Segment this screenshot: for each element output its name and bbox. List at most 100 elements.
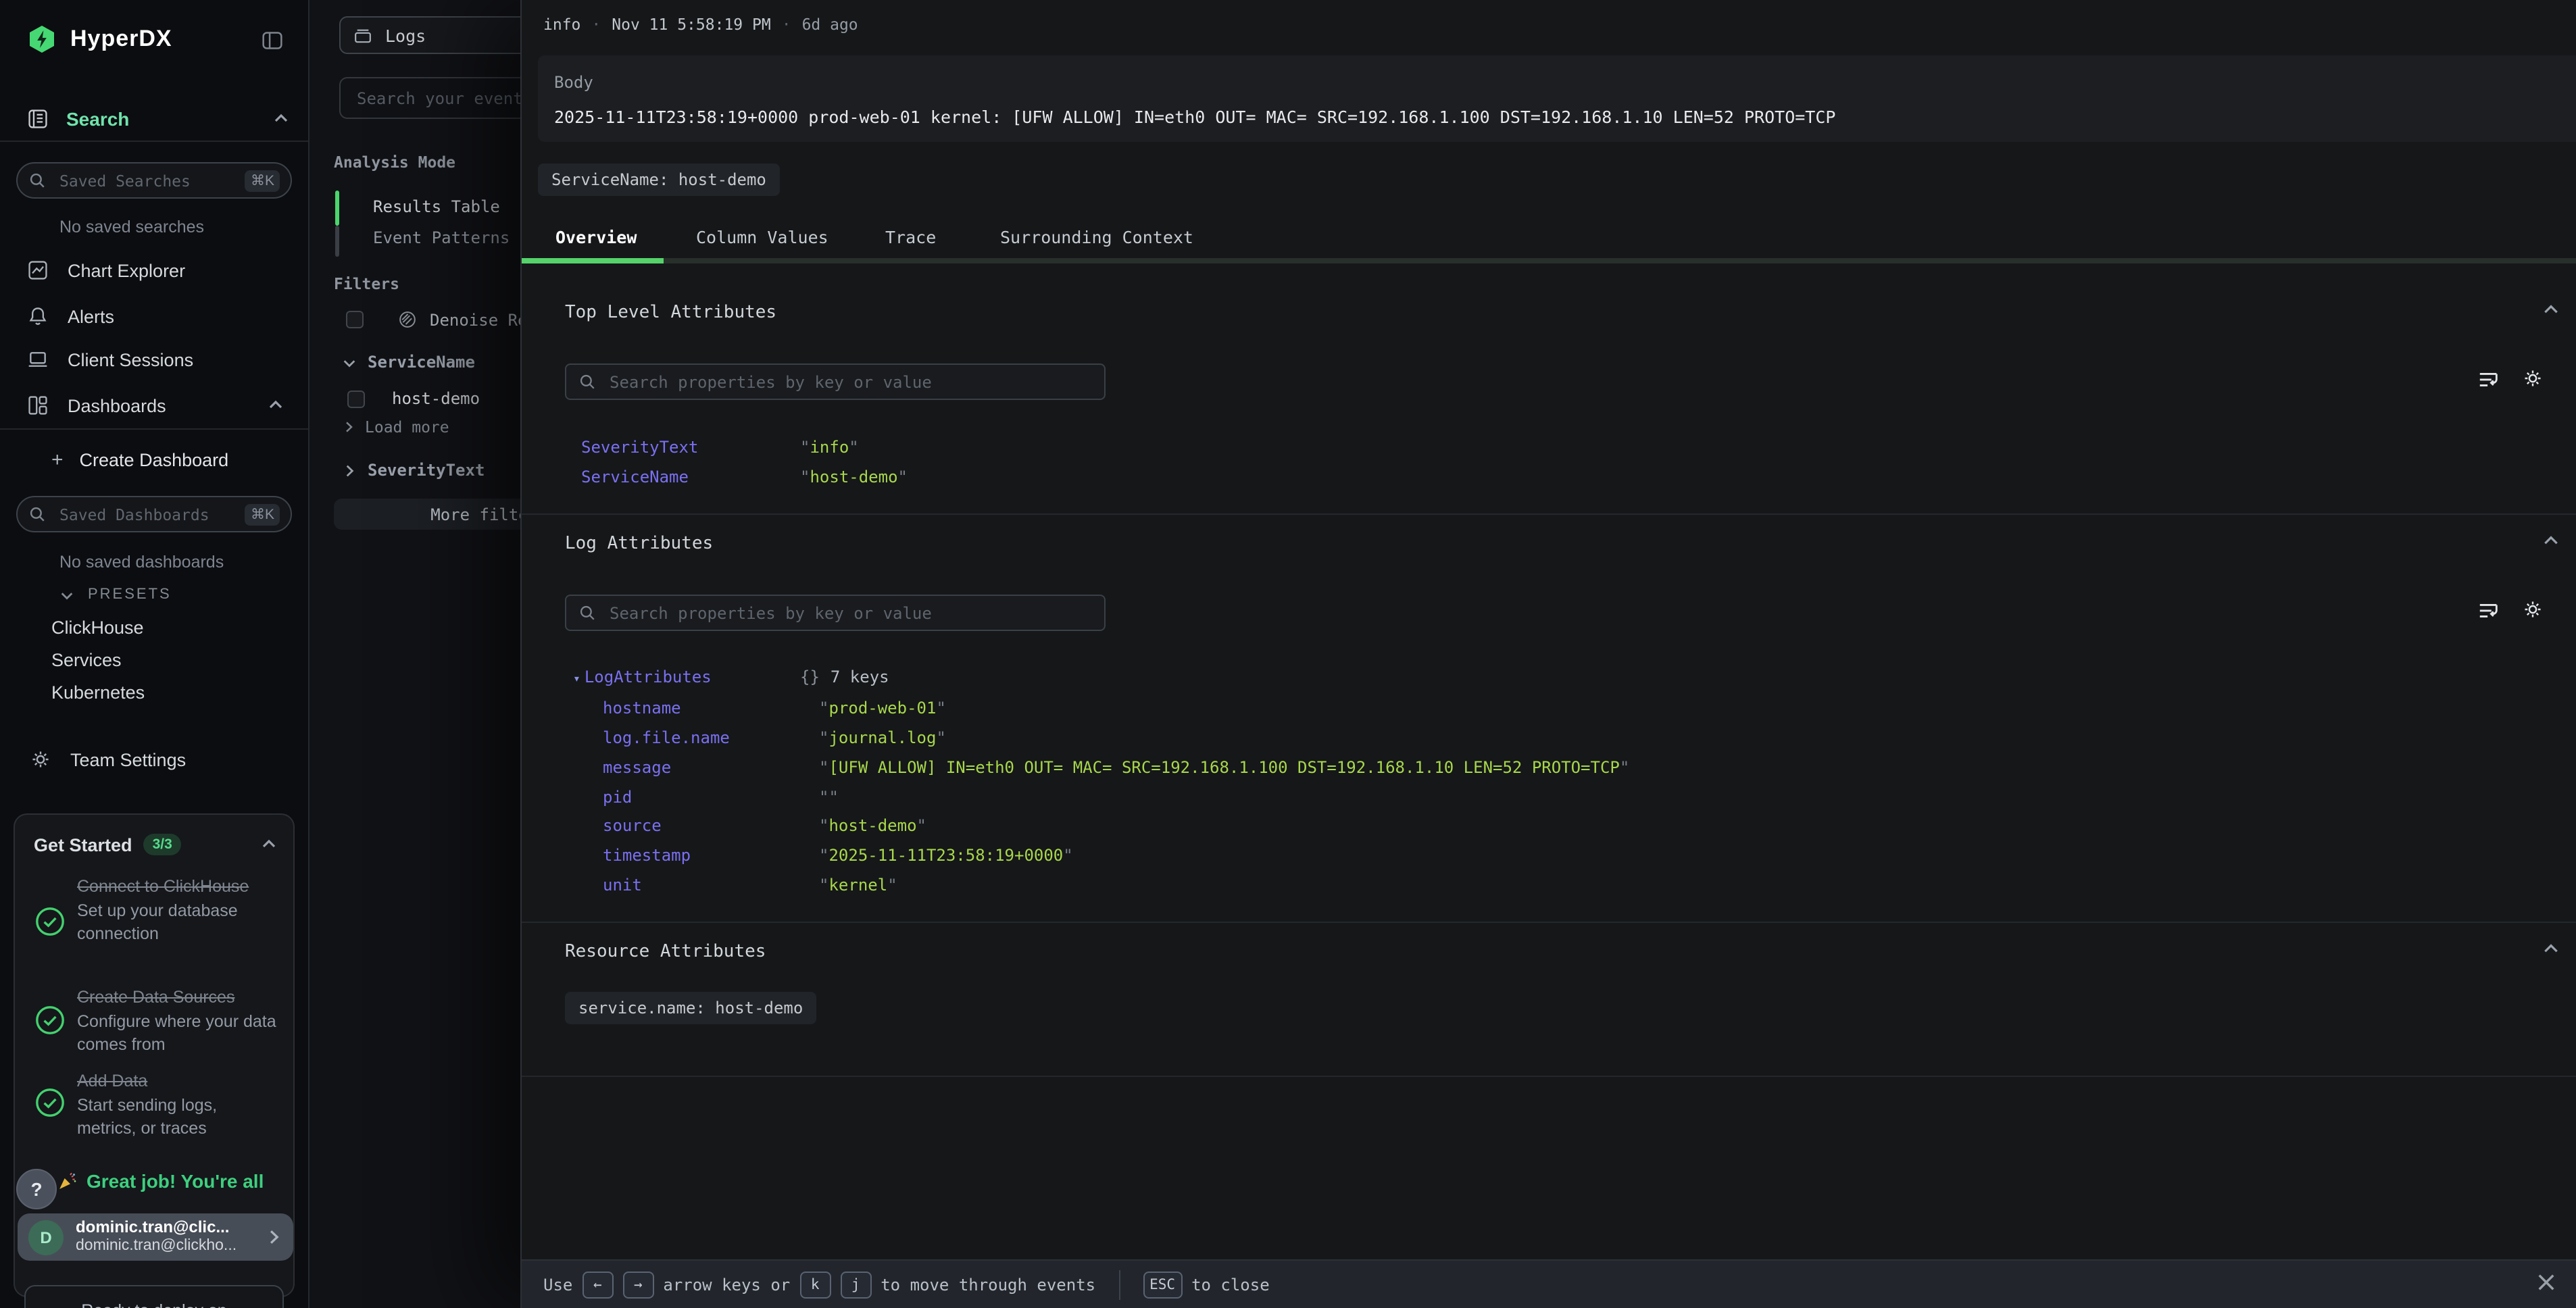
- attribute-key[interactable]: unit: [603, 876, 819, 895]
- sidebar-item-client-sessions[interactable]: Client Sessions: [0, 339, 308, 380]
- sidebar-item-label: Chart Explorer: [68, 260, 185, 280]
- collapse-section-icon[interactable]: [2542, 532, 2560, 550]
- saved-searches-input[interactable]: ⌘K: [16, 162, 292, 199]
- mode-results-table[interactable]: Results Table: [373, 197, 500, 216]
- body-card: Body 2025-11-11T23:58:19+0000 prod-web-0…: [538, 55, 2576, 142]
- denoise-checkbox[interactable]: [346, 311, 364, 328]
- sidebar-item-alerts[interactable]: Alerts: [0, 296, 308, 336]
- attribute-row[interactable]: message [UFW ALLOW] IN=eth0 OUT= MAC= SR…: [603, 757, 2554, 778]
- wrap-lines-icon[interactable]: [2477, 368, 2500, 391]
- sidebar: HyperDX Search ⌘K No saved searches: [0, 0, 309, 1308]
- tab-surrounding-context[interactable]: Surrounding Context: [1000, 227, 1193, 247]
- drawer-footer: Use ← → arrow keys or k j to move throug…: [522, 1259, 2576, 1308]
- attribute-key[interactable]: source: [603, 816, 819, 835]
- log-attributes-search-box[interactable]: [565, 595, 1106, 631]
- denoise-icon: [397, 309, 418, 330]
- attribute-row[interactable]: log.file.name journal.log: [603, 727, 2554, 749]
- shortcut-badge: ⌘K: [245, 503, 280, 525]
- get-started-step[interactable]: Create Data Sources Configure where your…: [77, 986, 280, 1057]
- user-profile[interactable]: D dominic.tran@clic... dominic.tran@clic…: [18, 1213, 293, 1261]
- get-started-step[interactable]: Connect to ClickHouse Set up your databa…: [77, 876, 280, 947]
- attribute-value[interactable]: [UFW ALLOW] IN=eth0 OUT= MAC= SRC=192.16…: [819, 758, 1629, 777]
- log-attributes-search-input[interactable]: [607, 602, 1092, 624]
- deploy-banner[interactable]: Ready to deploy on: [24, 1285, 284, 1308]
- completion-message: Great job! You're all: [57, 1170, 264, 1192]
- attribute-row[interactable]: ServiceName host-demo: [581, 466, 2554, 488]
- mode-event-patterns[interactable]: Event Patterns: [373, 228, 510, 247]
- preset-services[interactable]: Services: [51, 650, 122, 670]
- host-demo-label[interactable]: host-demo: [392, 389, 480, 408]
- chevron-up-icon[interactable]: [268, 397, 284, 413]
- attribute-key[interactable]: ServiceName: [581, 468, 800, 486]
- gear-icon[interactable]: [2522, 368, 2544, 391]
- filter-group-severitytext[interactable]: SeverityText: [342, 461, 485, 480]
- resource-service-tag[interactable]: service.name: host-demo: [565, 992, 816, 1024]
- attribute-key[interactable]: message: [603, 758, 819, 777]
- get-started-step[interactable]: Add Data Start sending logs, metrics, or…: [77, 1070, 280, 1141]
- attribute-key[interactable]: timestamp: [603, 846, 819, 865]
- attribute-value[interactable]: 2025-11-11T23:58:19+0000: [819, 846, 1073, 865]
- attribute-row[interactable]: SeverityText info: [581, 436, 2554, 458]
- footer-text: arrow keys or: [663, 1275, 790, 1294]
- close-icon[interactable]: [2535, 1272, 2557, 1293]
- help-button[interactable]: ?: [16, 1169, 57, 1209]
- saved-dashboards-field[interactable]: [57, 503, 234, 525]
- load-more-label: Load more: [365, 418, 449, 436]
- presets-toggle[interactable]: PRESETS: [59, 586, 172, 603]
- attribute-value[interactable]: info: [800, 438, 859, 457]
- logo[interactable]: HyperDX: [27, 24, 172, 54]
- attribute-value[interactable]: host-demo: [819, 816, 926, 835]
- preset-kubernetes[interactable]: Kubernetes: [51, 682, 145, 703]
- wrap-lines-icon[interactable]: [2477, 599, 2500, 622]
- tab-trace[interactable]: Trace: [885, 227, 936, 247]
- create-dashboard-label: Create Dashboard: [80, 450, 229, 470]
- top-level-search-box[interactable]: [565, 363, 1106, 400]
- tab-overview[interactable]: Overview: [555, 227, 637, 247]
- attribute-key[interactable]: hostname: [603, 699, 819, 718]
- log-attributes-title: Log Attributes: [565, 534, 713, 554]
- collapse-section-icon[interactable]: [2542, 940, 2560, 958]
- chevron-up-icon[interactable]: [273, 111, 289, 127]
- sidebar-item-search[interactable]: Search: [27, 108, 289, 130]
- filter-group-servicename[interactable]: ServiceName: [342, 353, 475, 372]
- attribute-value[interactable]: prod-web-01: [819, 699, 946, 718]
- saved-dashboards-input[interactable]: ⌘K: [16, 496, 292, 532]
- tree-root-key[interactable]: ▾LogAttributes: [573, 668, 800, 686]
- tab-track: [522, 258, 2576, 263]
- sidebar-item-team-settings[interactable]: Team Settings: [30, 749, 186, 770]
- top-level-search-input[interactable]: [607, 371, 1092, 393]
- attribute-row[interactable]: source host-demo: [603, 815, 2554, 836]
- step-desc: Start sending logs, metrics, or traces: [77, 1094, 280, 1141]
- service-name-tag[interactable]: ServiceName: host-demo: [538, 164, 780, 196]
- saved-searches-field[interactable]: [57, 170, 234, 191]
- attribute-value[interactable]: journal.log: [819, 728, 946, 747]
- attribute-row[interactable]: pid: [603, 786, 2554, 808]
- chevron-up-icon[interactable]: [261, 836, 277, 853]
- create-dashboard-button[interactable]: + Create Dashboard: [51, 449, 228, 472]
- archive-box-icon: [353, 25, 373, 45]
- progress-badge: 3/3: [143, 834, 182, 855]
- arrow-right-keycap: →: [622, 1271, 653, 1298]
- get-started-header[interactable]: Get Started 3/3: [34, 834, 277, 855]
- laptop-icon: [27, 349, 49, 370]
- attribute-value[interactable]: [819, 788, 839, 807]
- attribute-key[interactable]: pid: [603, 788, 819, 807]
- gear-icon[interactable]: [2522, 599, 2544, 622]
- sidebar-item-chart-explorer[interactable]: Chart Explorer: [0, 250, 308, 291]
- tab-column-values[interactable]: Column Values: [696, 227, 828, 247]
- caret-down-icon[interactable]: ▾: [573, 673, 580, 686]
- attribute-row[interactable]: hostname prod-web-01: [603, 697, 2554, 719]
- host-demo-checkbox[interactable]: [347, 391, 365, 408]
- sidebar-collapse-icon[interactable]: [261, 30, 284, 51]
- attribute-value[interactable]: host-demo: [800, 468, 908, 486]
- attribute-key[interactable]: log.file.name: [603, 728, 819, 747]
- attribute-row[interactable]: timestamp 2025-11-11T23:58:19+0000: [603, 845, 2554, 866]
- load-more-button[interactable]: Load more: [342, 418, 449, 436]
- attribute-key[interactable]: SeverityText: [581, 438, 800, 457]
- collapse-section-icon[interactable]: [2542, 301, 2560, 319]
- preset-clickhouse[interactable]: ClickHouse: [51, 618, 144, 638]
- attribute-tree-root[interactable]: ▾LogAttributes {} 7 keys: [573, 666, 2554, 688]
- attribute-value[interactable]: kernel: [819, 876, 897, 895]
- attribute-row[interactable]: unit kernel: [603, 874, 2554, 896]
- sidebar-item-dashboards[interactable]: Dashboards: [0, 385, 308, 426]
